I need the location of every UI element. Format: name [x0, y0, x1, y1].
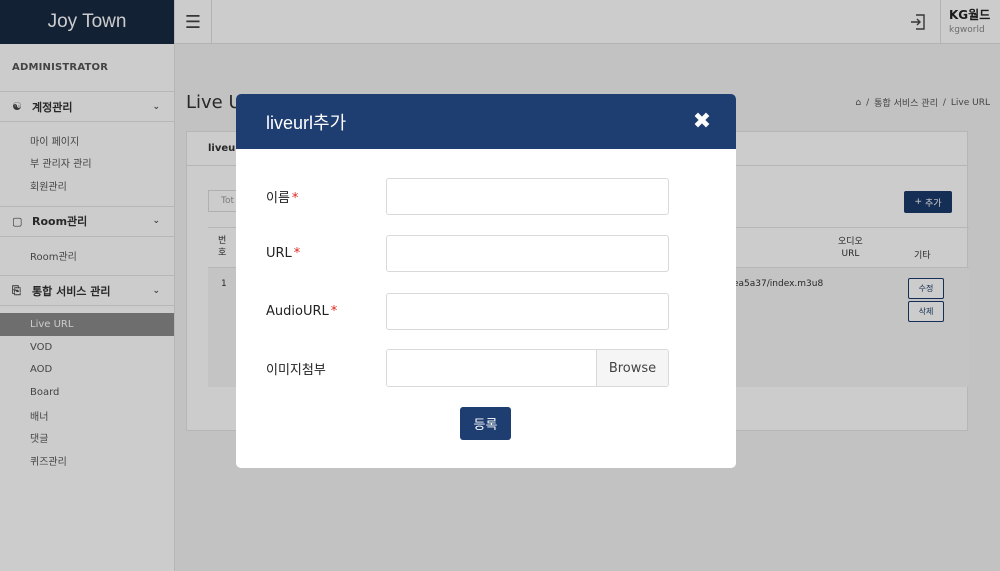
file-name-field[interactable] [387, 350, 596, 386]
modal-title: liveurl추가 [266, 112, 347, 133]
submit-button[interactable]: 등록 [460, 407, 511, 440]
modal-header: liveurl추가 ✖ [236, 94, 736, 149]
field-label-image: 이미지첨부 [266, 362, 326, 378]
field-label-url: URL * [266, 245, 301, 261]
form-row-audio-url: AudioURL * [266, 292, 676, 330]
audio-url-input[interactable] [386, 292, 669, 330]
required-mark: * [293, 245, 301, 261]
browse-button[interactable]: Browse [596, 350, 668, 386]
name-input[interactable] [386, 177, 669, 215]
required-mark: * [330, 303, 338, 319]
form-row-name: 이름 * [266, 177, 676, 215]
file-upload-group: Browse [386, 349, 669, 387]
close-icon[interactable]: ✖ [690, 109, 714, 134]
required-mark: * [291, 190, 299, 206]
field-label-name: 이름 * [266, 190, 299, 206]
form-row-image: 이미지첨부 Browse [266, 349, 676, 387]
form-row-url: URL * [266, 234, 676, 272]
field-label-audio-url: AudioURL * [266, 303, 338, 319]
liveurl-add-modal: liveurl추가 ✖ 이름 * URL * AudioURL * 이미지첨부 Bro… [236, 94, 736, 468]
url-input[interactable] [386, 234, 669, 272]
